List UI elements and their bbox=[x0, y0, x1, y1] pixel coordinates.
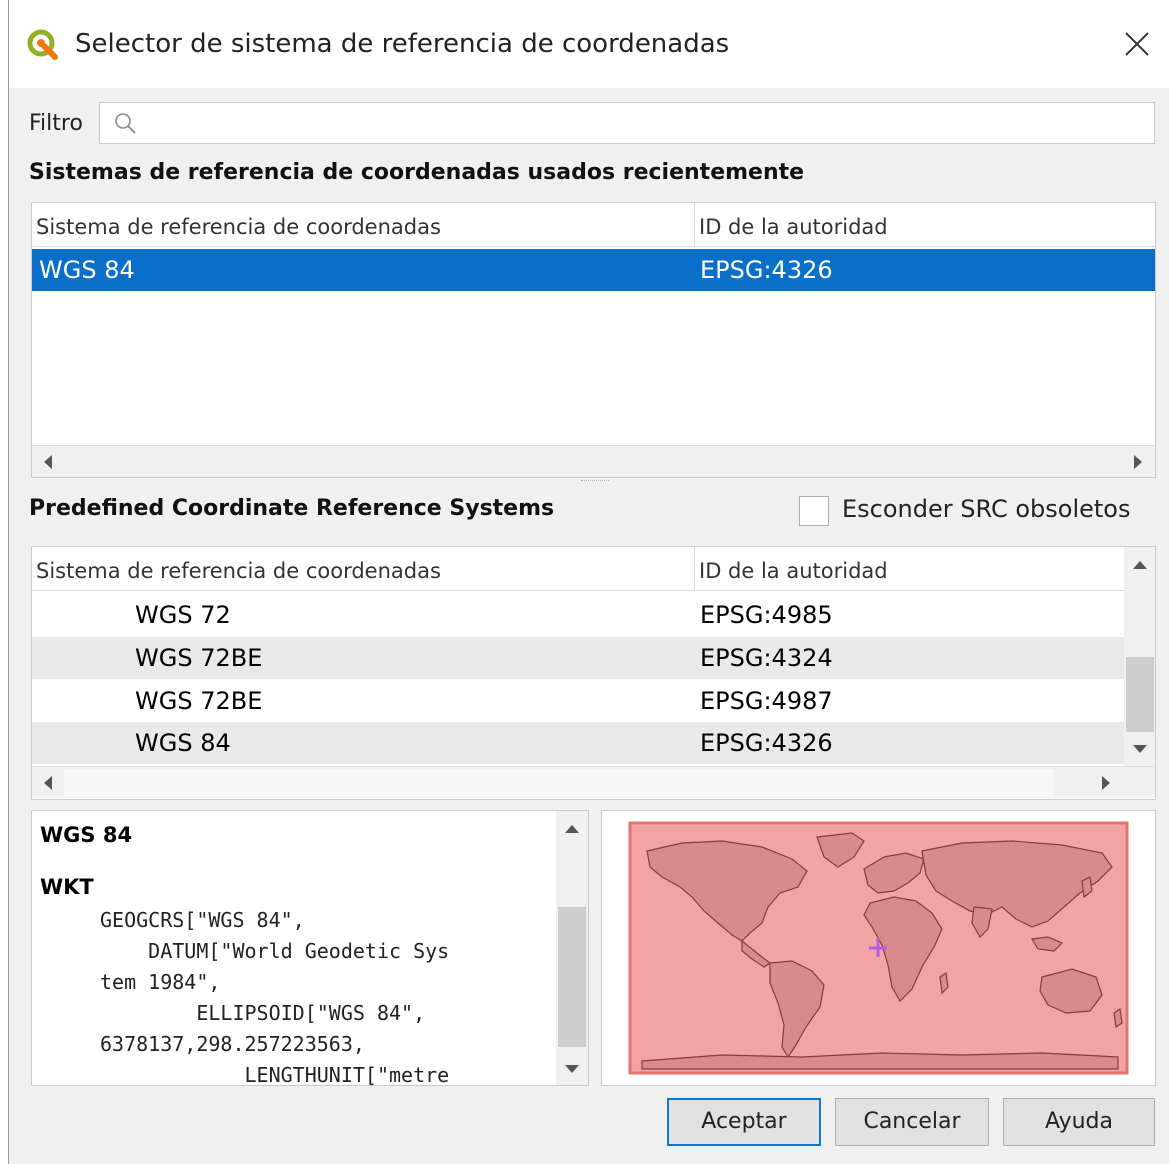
wkt-line: LENGTHUNIT["metre bbox=[100, 1063, 450, 1086]
table-row[interactable]: WGS 72BE EPSG:4987 bbox=[32, 680, 1124, 722]
crs-details-name: WGS 84 bbox=[40, 823, 133, 847]
vertical-scrollbar[interactable] bbox=[1124, 547, 1155, 766]
hide-deprecated-checkbox[interactable] bbox=[799, 496, 829, 526]
wkt-line: 6378137,298.257223563, bbox=[100, 1032, 365, 1056]
ok-button[interactable]: Aceptar bbox=[667, 1098, 821, 1146]
recent-crs-table: Sistema de referencia de coordenadas ID … bbox=[31, 202, 1156, 478]
predefined-crs-title: Predefined Coordinate Reference Systems bbox=[29, 496, 555, 521]
recent-crs-title: Sistemas de referencia de coordenadas us… bbox=[29, 160, 805, 185]
crs-details-panel: WGS 84 WKT GEOGCRS["WGS 84", DATUM["Worl… bbox=[31, 810, 589, 1086]
wkt-text: GEOGCRS["WGS 84", DATUM["World Geodetic … bbox=[100, 905, 560, 1086]
authority-id-cell: EPSG:4326 bbox=[700, 729, 833, 757]
horizontal-scrollbar[interactable] bbox=[32, 445, 1155, 477]
crs-name-cell: WGS 84 bbox=[39, 256, 135, 284]
wkt-heading: WKT bbox=[40, 875, 94, 899]
dialog-title: Selector de sistema de referencia de coo… bbox=[75, 29, 730, 59]
table-row[interactable]: WGS 84 EPSG:4326 bbox=[32, 722, 1124, 764]
crs-name-cell: WGS 84 bbox=[135, 729, 231, 757]
crs-name-cell: WGS 72BE bbox=[135, 644, 263, 672]
filter-input[interactable] bbox=[148, 107, 1142, 141]
cancel-button[interactable]: Cancelar bbox=[835, 1098, 989, 1146]
table-row[interactable]: WGS 72 EPSG:4985 bbox=[32, 594, 1124, 636]
scroll-up-arrow-icon[interactable] bbox=[556, 813, 588, 845]
authority-id-cell: EPSG:4324 bbox=[700, 644, 833, 672]
table-row[interactable]: WGS 84 EPSG:4326 bbox=[32, 249, 1155, 291]
crs-name-cell: WGS 72BE bbox=[135, 687, 263, 715]
vertical-scrollbar[interactable] bbox=[556, 811, 588, 1085]
horizontal-scrollbar[interactable] bbox=[32, 766, 1155, 798]
crs-selector-dialog: Selector de sistema de referencia de coo… bbox=[8, 0, 1169, 1164]
hide-deprecated-label[interactable]: Esconder SRC obsoletos bbox=[842, 495, 1131, 523]
world-map bbox=[602, 811, 1155, 1085]
help-button[interactable]: Ayuda bbox=[1003, 1098, 1155, 1146]
filter-label: Filtro bbox=[29, 111, 83, 136]
predefined-crs-table: Sistema de referencia de coordenadas ID … bbox=[31, 546, 1156, 800]
scroll-right-arrow-icon[interactable] bbox=[1122, 446, 1154, 477]
scroll-down-arrow-icon[interactable] bbox=[556, 1053, 588, 1085]
crs-extent-map bbox=[601, 810, 1156, 1086]
wkt-line: ELLIPSOID["WGS 84", bbox=[100, 1001, 426, 1025]
qgis-logo-icon bbox=[27, 29, 58, 60]
scroll-left-arrow-icon[interactable] bbox=[32, 767, 64, 799]
scrollbar-thumb[interactable] bbox=[1126, 657, 1154, 732]
scroll-right-arrow-icon[interactable] bbox=[1090, 767, 1122, 799]
wkt-line: GEOGCRS["WGS 84", bbox=[100, 908, 305, 932]
wkt-line: DATUM["World Geodetic Sys bbox=[100, 939, 450, 963]
scrollbar-thumb[interactable] bbox=[64, 769, 1054, 797]
close-button[interactable] bbox=[1115, 22, 1159, 66]
column-header-crs[interactable]: Sistema de referencia de coordenadas bbox=[32, 203, 694, 247]
column-header-authority-id[interactable]: ID de la autoridad bbox=[694, 203, 1155, 247]
splitter-handle[interactable] bbox=[581, 480, 609, 485]
scroll-left-arrow-icon[interactable] bbox=[32, 446, 64, 477]
filter-field[interactable] bbox=[99, 102, 1155, 144]
authority-id-cell: EPSG:4326 bbox=[700, 256, 833, 284]
authority-id-cell: EPSG:4987 bbox=[700, 687, 833, 715]
table-row[interactable]: WGS 72BE EPSG:4324 bbox=[32, 637, 1124, 679]
scroll-down-arrow-icon[interactable] bbox=[1124, 733, 1155, 765]
table-header: Sistema de referencia de coordenadas ID … bbox=[32, 547, 1124, 591]
scrollbar-thumb[interactable] bbox=[558, 907, 586, 1047]
wkt-line: tem 1984", bbox=[100, 970, 221, 994]
authority-id-cell: EPSG:4985 bbox=[700, 601, 833, 629]
scroll-up-arrow-icon[interactable] bbox=[1124, 549, 1155, 581]
close-icon bbox=[1125, 32, 1149, 56]
crs-name-cell: WGS 72 bbox=[135, 601, 231, 629]
title-bar: Selector de sistema de referencia de coo… bbox=[9, 0, 1169, 88]
column-header-crs[interactable]: Sistema de referencia de coordenadas bbox=[32, 547, 694, 591]
search-icon bbox=[115, 113, 136, 134]
column-header-authority-id[interactable]: ID de la autoridad bbox=[694, 547, 1124, 591]
table-header: Sistema de referencia de coordenadas ID … bbox=[32, 203, 1155, 247]
